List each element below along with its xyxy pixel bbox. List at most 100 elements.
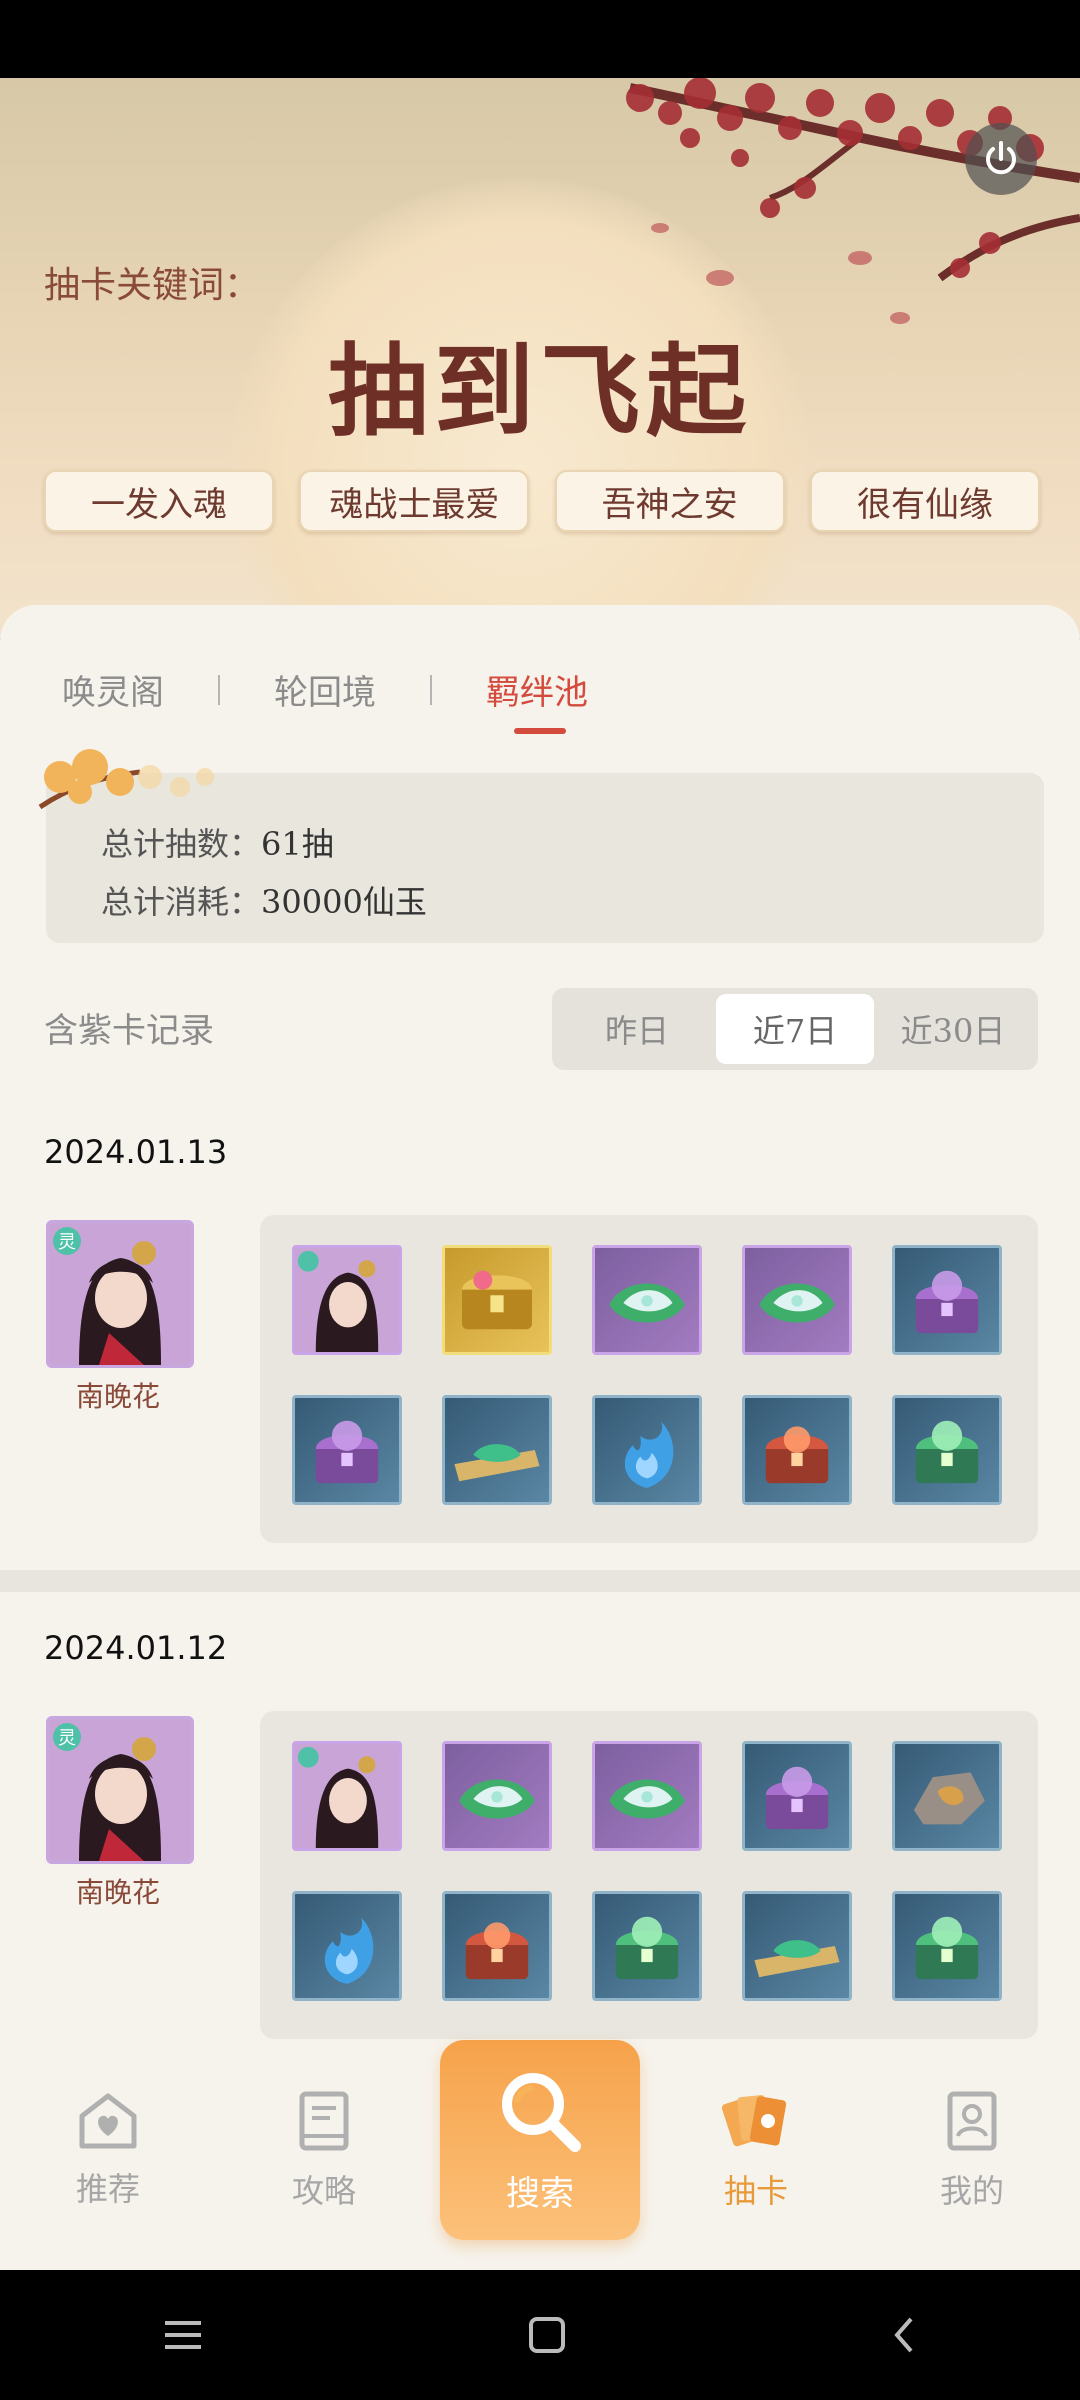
record-date: 2024.01.13 xyxy=(44,1133,228,1171)
draw-item[interactable] xyxy=(442,1741,552,1851)
profile-icon xyxy=(947,2091,997,2151)
green-jade-icon xyxy=(759,1283,835,1323)
nav-draw[interactable]: 抽卡 xyxy=(676,2090,836,2212)
green-jade-icon xyxy=(609,1283,685,1323)
hero-card[interactable]: 灵 xyxy=(46,1716,194,1864)
draw-item[interactable] xyxy=(742,1245,852,1355)
keyword-title: 抽到飞起 xyxy=(328,332,752,450)
hero-portrait-icon: 灵 xyxy=(49,1223,191,1365)
period-30days[interactable]: 近30日 xyxy=(874,994,1032,1064)
power-button[interactable] xyxy=(965,123,1037,195)
home-icon[interactable] xyxy=(527,2315,567,2355)
nav-recommend[interactable]: 推荐 xyxy=(28,2090,188,2210)
draw-item[interactable] xyxy=(892,1891,1002,2001)
draw-item[interactable] xyxy=(592,1395,702,1505)
nav-label: 攻略 xyxy=(291,2172,356,2210)
period-yesterday[interactable]: 昨日 xyxy=(558,994,716,1064)
system-nav-bar xyxy=(0,2270,1080,2400)
draw-item[interactable] xyxy=(592,1245,702,1355)
heart-home-icon xyxy=(79,2093,137,2149)
draw-item[interactable] xyxy=(442,1891,552,2001)
draw-item[interactable] xyxy=(742,1395,852,1505)
plum-branch-decoration xyxy=(626,78,1080,324)
hero-portrait-icon: 灵 xyxy=(49,1719,191,1861)
hero-portrait-icon xyxy=(295,1744,399,1848)
record-date: 2024.01.12 xyxy=(44,1629,228,1667)
hero-portrait-icon xyxy=(295,1248,399,1352)
blue-flame-icon xyxy=(324,1917,374,1984)
nav-label: 抽卡 xyxy=(723,2172,788,2210)
green-chest-icon xyxy=(915,1420,979,1484)
draw-items-grid xyxy=(260,1215,1038,1543)
keyword-tag[interactable]: 很有仙缘 xyxy=(809,470,1040,532)
nav-guide[interactable]: 攻略 xyxy=(244,2090,404,2212)
hero-badge: 灵 xyxy=(58,1728,76,1749)
period-7days[interactable]: 近7日 xyxy=(716,994,874,1064)
draw-item[interactable] xyxy=(292,1741,402,1851)
pool-tabs: 唤灵阁 轮回境 羁绊池 xyxy=(62,665,588,734)
total-draws-label: 总计抽数： xyxy=(101,825,262,863)
book-icon xyxy=(299,2091,349,2151)
search-icon xyxy=(502,2072,581,2152)
draw-item[interactable] xyxy=(892,1245,1002,1355)
stone-ore-icon xyxy=(913,1772,985,1825)
tab-lunhuijing[interactable]: 轮回境 xyxy=(274,665,376,714)
main-panel: 唤灵阁 轮回境 羁绊池 总计抽数：61抽 总计消耗：30000仙玉 含紫卡记录 … xyxy=(0,605,1080,2270)
draw-item[interactable] xyxy=(592,1891,702,2001)
purple-chest-icon xyxy=(765,1766,829,1830)
total-draws-value: 61抽 xyxy=(261,825,334,863)
red-chest-icon xyxy=(765,1426,829,1484)
hero-name: 南晚花 xyxy=(75,1876,160,1909)
draw-item[interactable] xyxy=(442,1395,552,1505)
draw-item[interactable] xyxy=(592,1741,702,1851)
nav-label: 我的 xyxy=(939,2172,1004,2210)
blossom-decoration xyxy=(38,749,214,810)
records-label: 含紫卡记录 xyxy=(44,1011,214,1051)
bottom-nav: 推荐 攻略 搜索 抽卡 我的 xyxy=(0,2040,1080,2270)
keyword-tag[interactable]: 一发入魂 xyxy=(44,470,274,532)
status-bar xyxy=(0,0,1080,78)
draw-item[interactable] xyxy=(892,1741,1002,1851)
green-jade-icon xyxy=(609,1779,685,1819)
power-icon xyxy=(986,141,1016,175)
draw-item[interactable] xyxy=(742,1891,852,2001)
purple-chest-icon xyxy=(315,1420,379,1484)
draw-item[interactable] xyxy=(892,1395,1002,1505)
back-icon[interactable] xyxy=(889,2315,919,2355)
blue-flame-icon xyxy=(624,1421,674,1488)
total-cost-label: 总计消耗： xyxy=(101,883,262,921)
keyword-tag[interactable]: 魂战士最爱 xyxy=(299,470,530,532)
total-cost-value: 30000仙玉 xyxy=(261,883,427,921)
draw-item[interactable] xyxy=(292,1395,402,1505)
tab-jibanchi[interactable]: 羁绊池 xyxy=(486,665,588,734)
green-chest-icon xyxy=(915,1916,979,1980)
draw-item[interactable] xyxy=(292,1891,402,2001)
keyword-tag[interactable]: 吾神之安 xyxy=(554,470,785,532)
menu-icon[interactable] xyxy=(161,2315,205,2355)
hero-name: 南晚花 xyxy=(75,1380,160,1413)
hero-badge: 灵 xyxy=(58,1232,76,1253)
draw-items-grid xyxy=(260,1711,1038,2039)
red-chest-icon xyxy=(465,1922,529,1980)
tab-divider xyxy=(218,674,220,705)
nav-mine[interactable]: 我的 xyxy=(892,2090,1052,2212)
purple-chest-icon xyxy=(915,1270,979,1334)
section-divider xyxy=(0,1570,1080,1592)
keyword-tags: 一发入魂 魂战士最爱 吾神之安 很有仙缘 xyxy=(44,470,1040,532)
gold-chest-icon xyxy=(462,1270,532,1330)
draw-item[interactable] xyxy=(442,1245,552,1355)
total-cost-row: 总计消耗：30000仙玉 xyxy=(101,877,427,923)
nav-search-button[interactable]: 搜索 xyxy=(440,2040,640,2240)
hero-card[interactable]: 灵 xyxy=(46,1220,194,1368)
green-jade-icon xyxy=(459,1779,535,1819)
tab-huanlingge[interactable]: 唤灵阁 xyxy=(62,665,164,714)
green-chest-icon xyxy=(615,1916,679,1980)
nav-label: 搜索 xyxy=(506,2173,574,2214)
nav-label: 推荐 xyxy=(75,2170,140,2208)
period-selector: 昨日 近7日 近30日 xyxy=(552,988,1038,1070)
keyword-label: 抽卡关键词： xyxy=(44,265,261,306)
draw-item[interactable] xyxy=(292,1245,402,1355)
jade-scroll-icon xyxy=(454,1444,540,1482)
draw-item[interactable] xyxy=(742,1741,852,1851)
jade-scroll-icon xyxy=(754,1940,840,1978)
